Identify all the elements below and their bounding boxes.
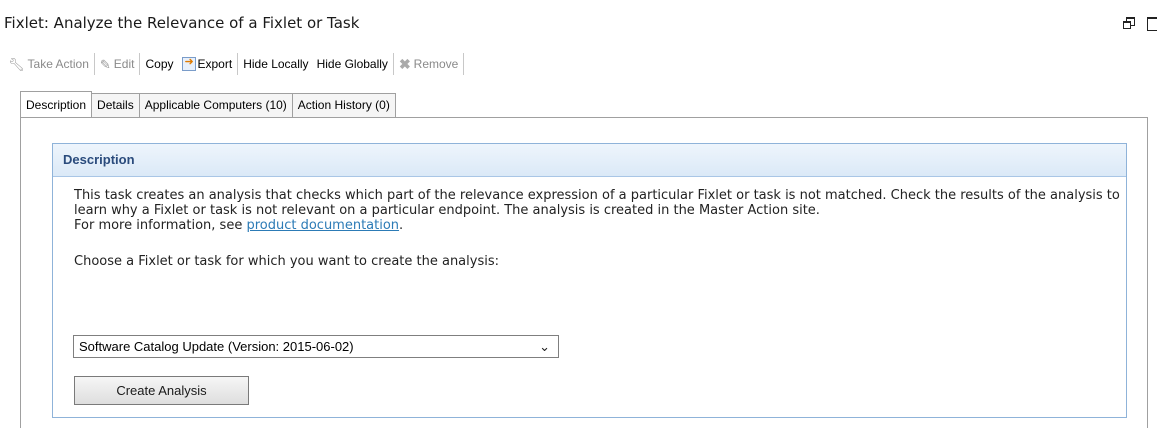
export-icon — [181, 57, 196, 71]
export-button[interactable]: Export — [178, 53, 237, 75]
toolbar-separator — [139, 53, 141, 75]
chevron-down-icon: ⌄ — [539, 339, 550, 354]
hide-locally-button[interactable]: Hide Locally — [239, 53, 312, 75]
wrench-icon: 🔧︎ — [8, 56, 25, 72]
window-title: Fixlet: Analyze the Relevance of a Fixle… — [4, 14, 360, 32]
toolbar-separator — [463, 53, 465, 75]
tab-details[interactable]: Details — [91, 93, 140, 117]
export-label: Export — [197, 57, 233, 71]
edit-button[interactable]: ✎ Edit — [96, 53, 139, 75]
tab-description[interactable]: Description — [20, 91, 93, 117]
tab-action-history[interactable]: Action History (0) — [291, 93, 396, 117]
toolbar-separator — [392, 53, 394, 75]
tab-applicable-computers[interactable]: Applicable Computers (10) — [138, 93, 293, 117]
more-info-suffix: . — [399, 218, 404, 233]
hide-locally-label: Hide Locally — [243, 57, 309, 71]
copy-button[interactable]: Copy — [141, 53, 177, 75]
more-info-line: For more information, see product docume… — [74, 218, 1126, 233]
description-section: Description This task creates an analysi… — [52, 143, 1127, 418]
take-action-label: Take Action — [27, 57, 89, 71]
take-action-button[interactable]: 🔧︎ Take Action — [4, 53, 93, 75]
toolbar: 🔧︎ Take Action ✎ Edit Copy Export Hide L… — [4, 52, 465, 76]
toolbar-separator — [237, 53, 239, 75]
restore-icon[interactable] — [1122, 17, 1135, 29]
window-controls — [1122, 17, 1157, 31]
hide-globally-button[interactable]: Hide Globally — [313, 53, 392, 75]
remove-label: Remove — [413, 57, 459, 71]
window-title-bar: Fixlet: Analyze the Relevance of a Fixle… — [0, 0, 1157, 40]
more-info-prefix: For more information, see — [74, 218, 247, 233]
pencil-icon: ✎ — [99, 56, 111, 72]
remove-button[interactable]: ✖ Remove — [395, 53, 462, 75]
fixlet-select[interactable]: Software Catalog Update (Version: 2015-0… — [73, 335, 559, 358]
description-paragraph: This task creates an analysis that check… — [74, 188, 1120, 218]
x-icon: ✖ — [398, 56, 411, 72]
create-analysis-button[interactable]: Create Analysis — [74, 376, 249, 405]
tab-bar: Description Details Applicable Computers… — [20, 91, 396, 117]
description-body: This task creates an analysis that check… — [53, 177, 1126, 269]
edit-label: Edit — [113, 57, 135, 71]
toolbar-separator — [93, 53, 95, 75]
fixlet-select-value: Software Catalog Update (Version: 2015-0… — [79, 339, 354, 354]
hide-globally-label: Hide Globally — [316, 57, 388, 71]
choose-label: Choose a Fixlet or task for which you wa… — [74, 254, 499, 269]
description-header: Description — [53, 144, 1126, 177]
maximize-icon[interactable] — [1147, 17, 1157, 31]
product-documentation-link[interactable]: product documentation — [246, 218, 399, 233]
copy-label: Copy — [145, 57, 174, 71]
